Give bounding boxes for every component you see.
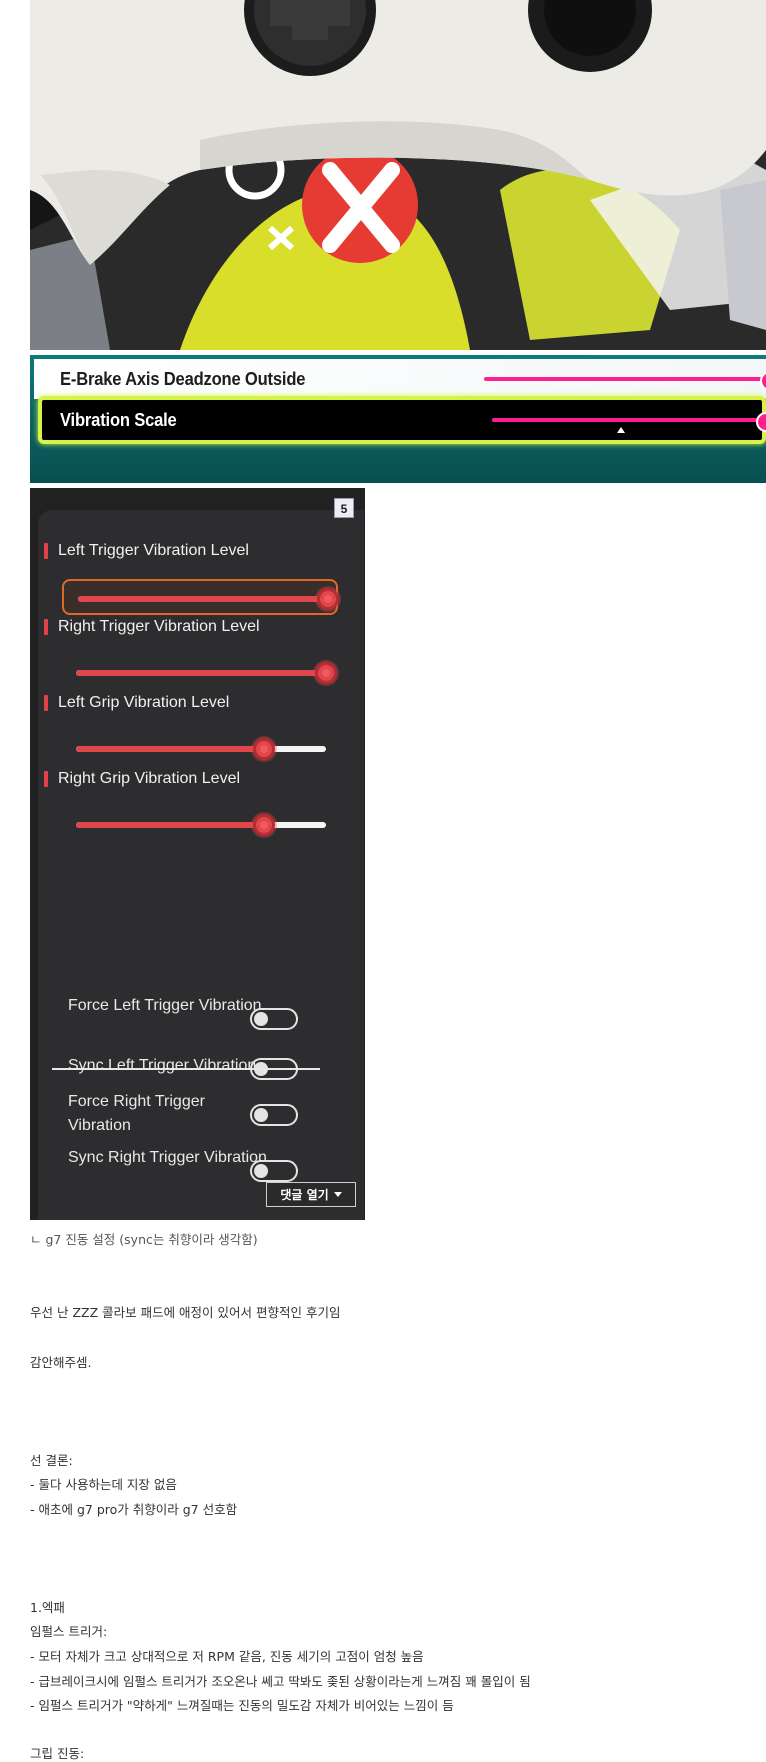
- vibration-level-title: Right Grip Vibration Level: [44, 768, 240, 790]
- open-comments-label: 댓글 열기: [280, 1188, 329, 1202]
- section-divider: [52, 1068, 320, 1070]
- toggle-label: Force Right Trigger Vibration: [68, 1093, 205, 1134]
- slider-track[interactable]: [76, 662, 337, 684]
- article-line: 감안해주셈.: [30, 1355, 92, 1370]
- ebrake-deadzone-slider[interactable]: [484, 371, 766, 391]
- article-line: 우선 난 ZZZ 콜라보 패드에 애정이 있어서 편향적인 후기임: [30, 1305, 341, 1320]
- slider-fill: [76, 670, 326, 676]
- slider-thumb[interactable]: [315, 662, 337, 684]
- vibration-level-title: Left Grip Vibration Level: [44, 692, 229, 714]
- vibration-level-slider[interactable]: [62, 655, 338, 691]
- article-line: - 둘다 사용하는데 지장 없음: [30, 1477, 177, 1492]
- slider-thumb[interactable]: [317, 588, 339, 610]
- slider-track[interactable]: [78, 588, 339, 610]
- game-settings-panel: E-Brake Axis Deadzone Outside Vibration …: [30, 355, 766, 483]
- accent-bar: [44, 543, 48, 559]
- vibration-scale-slider[interactable]: [492, 412, 766, 432]
- vibration-level-slider[interactable]: [62, 807, 338, 843]
- vibration-level-title: Left Trigger Vibration Level: [44, 540, 249, 562]
- accent-bar: [44, 619, 48, 635]
- slider-fill: [76, 822, 264, 828]
- toggle-switch[interactable]: [250, 1008, 298, 1030]
- controller-photo: [30, 0, 766, 350]
- slider-thumb[interactable]: [252, 738, 275, 760]
- ebrake-deadzone-knob[interactable]: [760, 371, 766, 391]
- vibration-level-label: Left Grip Vibration Level: [58, 694, 230, 711]
- toggle-label: Force Left Trigger Vibration: [68, 997, 262, 1014]
- slider-track[interactable]: [76, 738, 326, 760]
- ebrake-deadzone-label: E-Brake Axis Deadzone Outside: [60, 368, 306, 389]
- article-line: - 모터 자체가 크고 상대적으로 저 RPM 같음, 진동 세기의 고점이 엄…: [30, 1649, 424, 1664]
- vibration-scale-knob[interactable]: [756, 412, 766, 432]
- toggle-switch[interactable]: [250, 1104, 298, 1126]
- toggle-knob: [254, 1012, 268, 1026]
- toggle-label: Sync Left Trigger Vibration: [68, 1057, 257, 1074]
- vibration-scale-label: Vibration Scale: [60, 409, 177, 430]
- toggle-label: Sync Right Trigger Vibration: [68, 1149, 267, 1166]
- article-line: 그립 진동:: [30, 1746, 85, 1761]
- slider-fill: [78, 596, 328, 602]
- image-caption: ㄴ g7 진동 설정 (sync는 취향이라 생각함): [30, 1232, 258, 1247]
- accent-bar: [44, 771, 48, 787]
- vibration-level-label: Right Grip Vibration Level: [58, 770, 241, 787]
- ebrake-deadzone-row[interactable]: E-Brake Axis Deadzone Outside: [34, 359, 766, 399]
- slider-track[interactable]: [76, 814, 326, 836]
- vibration-level-label: Right Trigger Vibration Level: [58, 618, 260, 635]
- article-line: - 임펄스 트리거가 "약하게" 느껴질때는 진동의 밀도감 자체가 비어있는 …: [30, 1698, 454, 1713]
- article-line: 임펄스 트리거:: [30, 1624, 108, 1639]
- step-badge: 5: [334, 498, 354, 518]
- vibration-scale-row[interactable]: Vibration Scale: [38, 396, 766, 444]
- vibration-level-slider[interactable]: [62, 731, 338, 767]
- open-comments-button[interactable]: 댓글 열기: [266, 1182, 356, 1207]
- caret-up-icon: [617, 427, 625, 433]
- toggle-knob: [254, 1164, 268, 1178]
- article-line: - 급브레이크시에 임펄스 트리거가 조오온나 쎄고 딱봐도 좆된 상황이라는게…: [30, 1674, 531, 1689]
- vibration-level-title: Right Trigger Vibration Level: [44, 616, 260, 638]
- article-line: - 애초에 g7 pro가 취향이라 g7 선호함: [30, 1502, 238, 1517]
- chevron-down-icon: [333, 1192, 342, 1197]
- vibration-settings-panel: 5 Left Trigger Vibration Level Right Trig…: [30, 488, 365, 1220]
- vibration-level-label: Left Trigger Vibration Level: [58, 542, 249, 559]
- article-line: 선 결론:: [30, 1453, 73, 1468]
- vibration-level-slider[interactable]: [62, 579, 339, 615]
- slider-fill: [76, 746, 264, 752]
- controller-image: [30, 0, 766, 350]
- accent-bar: [44, 695, 48, 711]
- toggle-switch[interactable]: [250, 1160, 298, 1182]
- toggle-knob: [254, 1108, 268, 1122]
- slider-thumb[interactable]: [252, 814, 275, 836]
- article-line: 1.엑패: [30, 1600, 65, 1615]
